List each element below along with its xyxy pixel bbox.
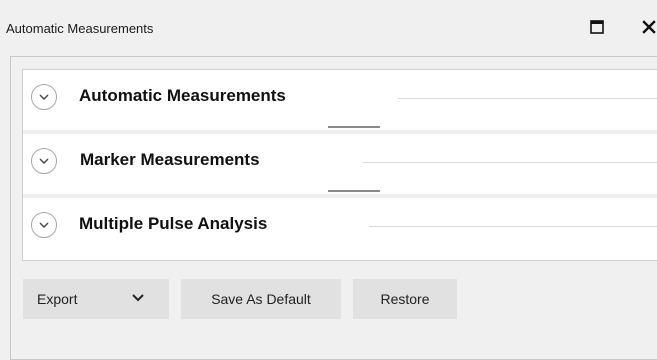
title-bar: Automatic Measurements: [0, 0, 657, 56]
maximize-icon: [590, 20, 604, 34]
section-expander-button[interactable]: [31, 148, 57, 174]
automatic-measurements-window: Automatic Measurements Automatic Measure…: [0, 0, 657, 360]
splitter-handle[interactable]: [328, 190, 380, 192]
chevron-down-icon: [39, 94, 49, 100]
section-divider-line: [398, 98, 657, 99]
measurements-panel: Automatic Measurements Marker Measuremen…: [10, 56, 657, 360]
section-title: Multiple Pulse Analysis: [79, 214, 268, 233]
section-expander-button[interactable]: [31, 212, 57, 238]
section-title: Automatic Measurements: [79, 86, 286, 105]
export-label: Export: [37, 291, 78, 307]
splitter-handle[interactable]: [328, 126, 380, 128]
save-as-default-button[interactable]: Save As Default: [181, 279, 341, 319]
close-button[interactable]: [638, 16, 657, 38]
maximize-button[interactable]: [586, 16, 608, 38]
section-multiple-pulse-analysis[interactable]: Multiple Pulse Analysis: [23, 198, 657, 250]
section-expander-button[interactable]: [31, 84, 57, 110]
section-divider-line: [369, 226, 657, 227]
export-dropdown-button[interactable]: Export: [23, 279, 169, 319]
section-divider-line: [363, 162, 657, 163]
section-marker-measurements[interactable]: Marker Measurements: [23, 134, 657, 186]
section-title: Marker Measurements: [80, 150, 260, 169]
section-automatic-measurements[interactable]: Automatic Measurements: [23, 70, 657, 122]
close-icon: [642, 20, 656, 34]
window-title: Automatic Measurements: [6, 21, 154, 36]
restore-button[interactable]: Restore: [353, 279, 457, 319]
chevron-down-icon: [39, 222, 49, 228]
action-toolbar: Export Save As Default Restore: [22, 279, 657, 327]
section-list: Automatic Measurements Marker Measuremen…: [22, 69, 657, 261]
chevron-down-icon: [39, 158, 49, 164]
chevron-down-icon: [132, 294, 144, 302]
